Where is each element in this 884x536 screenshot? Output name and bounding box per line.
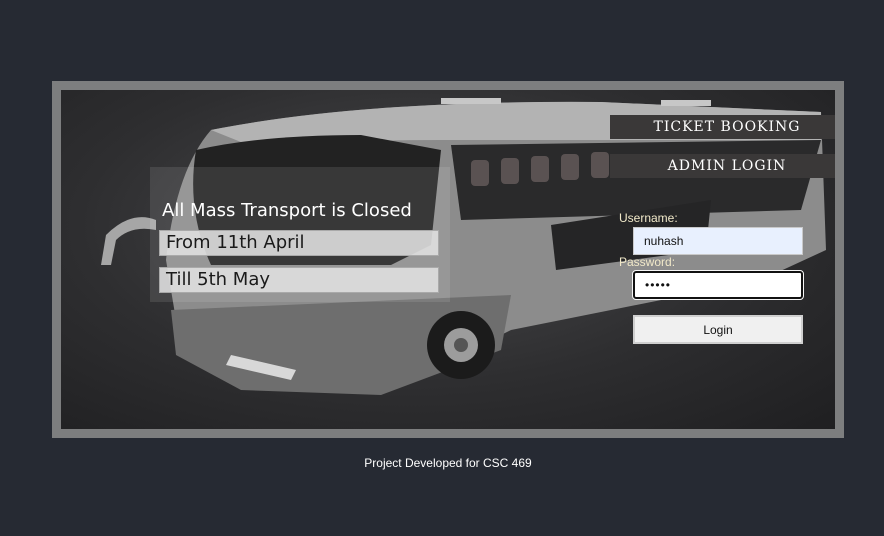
footer-credit: Project Developed for CSC 469 bbox=[364, 456, 532, 470]
username-input[interactable] bbox=[633, 227, 803, 255]
login-button[interactable]: Login bbox=[633, 315, 803, 344]
notice-title: All Mass Transport is Closed bbox=[162, 200, 412, 221]
username-label: Username: bbox=[619, 211, 678, 225]
password-input[interactable] bbox=[632, 270, 804, 300]
main-panel-frame: All Mass Transport is Closed From 11th A… bbox=[52, 81, 844, 438]
notice-start-date: From 11th April bbox=[159, 230, 439, 256]
admin-login-button[interactable]: ADMIN LOGIN bbox=[610, 154, 835, 178]
ticket-booking-button[interactable]: TICKET BOOKING bbox=[610, 115, 835, 139]
notice-end-date: Till 5th May bbox=[159, 267, 439, 293]
bus-scene: All Mass Transport is Closed From 11th A… bbox=[61, 90, 835, 429]
password-label: Password: bbox=[619, 255, 676, 269]
